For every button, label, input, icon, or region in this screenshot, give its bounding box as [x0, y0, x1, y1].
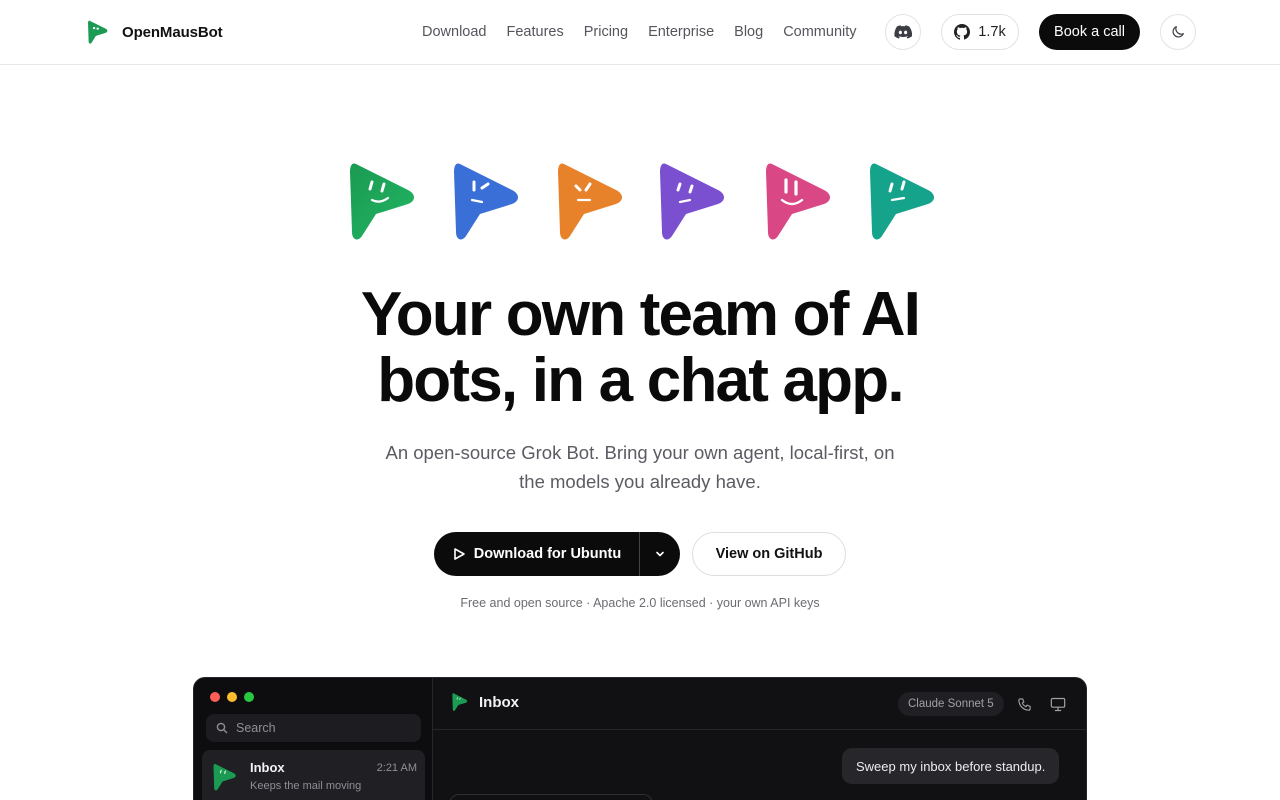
chat-header: Inbox Claude Sonnet 5 — [433, 678, 1086, 730]
bot-reply-bubble — [449, 794, 653, 800]
top-nav: OpenMausBot Download Features Pricing En… — [0, 0, 1280, 65]
download-ubuntu-button[interactable]: Download for Ubuntu — [434, 532, 639, 576]
moon-icon — [1172, 26, 1184, 38]
thread-title: Inbox — [250, 760, 285, 775]
nav-link-enterprise[interactable]: Enterprise — [640, 24, 722, 40]
discord-icon — [894, 25, 912, 39]
thread-snippet: Keeps the mail moving — [250, 780, 362, 792]
nav-link-community[interactable]: Community — [775, 24, 864, 40]
orange-bot-mascot-icon — [558, 163, 622, 240]
pink-bot-mascot-icon — [766, 163, 830, 240]
minimize-window-dot[interactable] — [227, 692, 237, 702]
bot-avatar-icon — [452, 693, 468, 711]
download-options-button[interactable] — [640, 532, 680, 576]
chat-title: Inbox — [451, 692, 519, 712]
purple-bot-mascot-icon — [660, 163, 724, 240]
view-on-github-button[interactable]: View on GitHub — [692, 532, 846, 576]
search-icon — [216, 722, 228, 734]
sidebar-search-input[interactable]: Search — [206, 714, 421, 742]
bot-logo-icon — [88, 20, 108, 44]
close-window-dot[interactable] — [210, 692, 220, 702]
thread-time: 2:21 AM — [376, 762, 417, 774]
blue-bot-mascot-icon — [454, 163, 518, 240]
play-icon — [453, 548, 465, 560]
window-controls — [210, 692, 254, 702]
github-icon — [954, 24, 971, 40]
nav-link-blog[interactable]: Blog — [726, 24, 771, 40]
discord-button[interactable] — [885, 14, 921, 50]
chevron-down-icon — [656, 551, 664, 557]
app-preview-window: Search Inbox 2:21 AM Keeps the mail movi… — [193, 677, 1087, 800]
bot-mascot-row — [340, 158, 940, 244]
brand-logo-link[interactable]: OpenMausBot — [86, 17, 223, 47]
app-sidebar: Search Inbox 2:21 AM Keeps the mail movi… — [194, 678, 433, 800]
maximize-window-dot[interactable] — [244, 692, 254, 702]
chat-panel: Inbox Claude Sonnet 5 Sweep my inbox bef… — [433, 678, 1086, 800]
phone-icon — [1017, 697, 1031, 711]
nav-link-features[interactable]: Features — [499, 24, 572, 40]
teal-bot-mascot-icon — [870, 163, 934, 240]
github-star-count: 1.7k — [978, 24, 1006, 40]
bot-avatar-icon — [213, 763, 236, 791]
nav-link-pricing[interactable]: Pricing — [576, 24, 636, 40]
download-button-group: Download for Ubuntu — [434, 532, 680, 576]
chat-title-text: Inbox — [479, 693, 519, 711]
book-a-call-button[interactable]: Book a call — [1039, 14, 1140, 50]
download-label: Download for Ubuntu — [473, 546, 622, 562]
theme-toggle-button[interactable] — [1160, 14, 1196, 50]
green-bot-mascot-icon — [350, 163, 414, 240]
github-stars-button[interactable]: 1.7k — [941, 14, 1019, 50]
brand-name: OpenMausBot — [122, 23, 223, 41]
thread-item-inbox[interactable]: Inbox 2:21 AM Keeps the mail moving — [202, 750, 425, 800]
nav-link-download[interactable]: Download — [414, 24, 495, 40]
hero-subtitle: An open-source Grok Bot. Bring your own … — [385, 442, 895, 492]
license-note: Free and open source · Apache 2.0 licens… — [460, 596, 820, 610]
call-button[interactable] — [1014, 694, 1034, 714]
screen-share-button[interactable] — [1048, 694, 1068, 714]
search-placeholder: Search — [236, 721, 276, 735]
model-selector[interactable]: Claude Sonnet 5 — [898, 692, 1004, 716]
nav-links: Download Features Pricing Enterprise Blo… — [414, 18, 869, 46]
user-message-bubble: Sweep my inbox before standup. — [842, 748, 1060, 784]
hero-headline: Your own team of AI bots, in a chat app. — [360, 280, 921, 415]
monitor-icon — [1050, 697, 1066, 711]
